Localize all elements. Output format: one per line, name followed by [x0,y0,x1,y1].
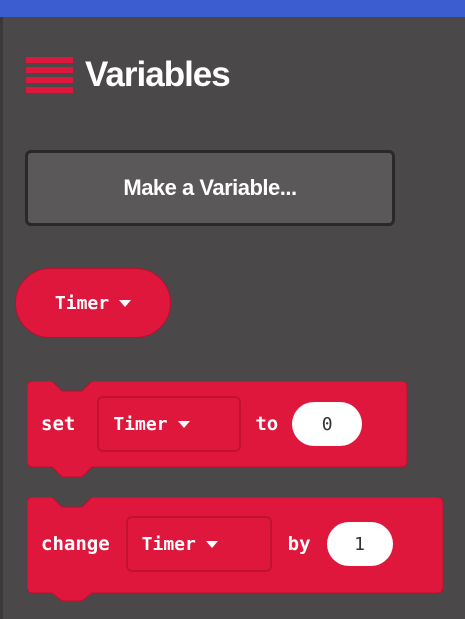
set-variable-dropdown[interactable]: Timer [97,396,242,452]
set-value-input[interactable]: 0 [292,402,363,446]
set-variable-block[interactable]: set Timer to 0 [27,381,407,479]
by-keyword: by [287,533,311,555]
change-variable-name: Timer [141,533,196,555]
to-keyword: to [255,413,279,435]
category-header: Variables [26,50,231,100]
caret-down-icon[interactable] [119,299,132,307]
change-variable-block[interactable]: change Timer by 1 [27,497,443,601]
caret-down-icon [205,540,218,548]
change-variable-dropdown[interactable]: Timer [125,516,272,572]
change-value-input[interactable]: 1 [326,522,393,566]
reporter-variable-name: Timer [54,292,110,314]
caret-down-icon [177,420,190,428]
change-keyword: change [41,533,110,555]
variable-reporter-block[interactable]: Timer [15,268,171,338]
make-variable-button[interactable]: Make a Variable... [25,150,395,226]
set-variable-name: Timer [113,413,168,435]
set-keyword: set [41,413,76,435]
hamburger-list-icon [26,57,73,93]
category-title: Variables [85,55,231,94]
top-accent-bar [0,0,465,17]
